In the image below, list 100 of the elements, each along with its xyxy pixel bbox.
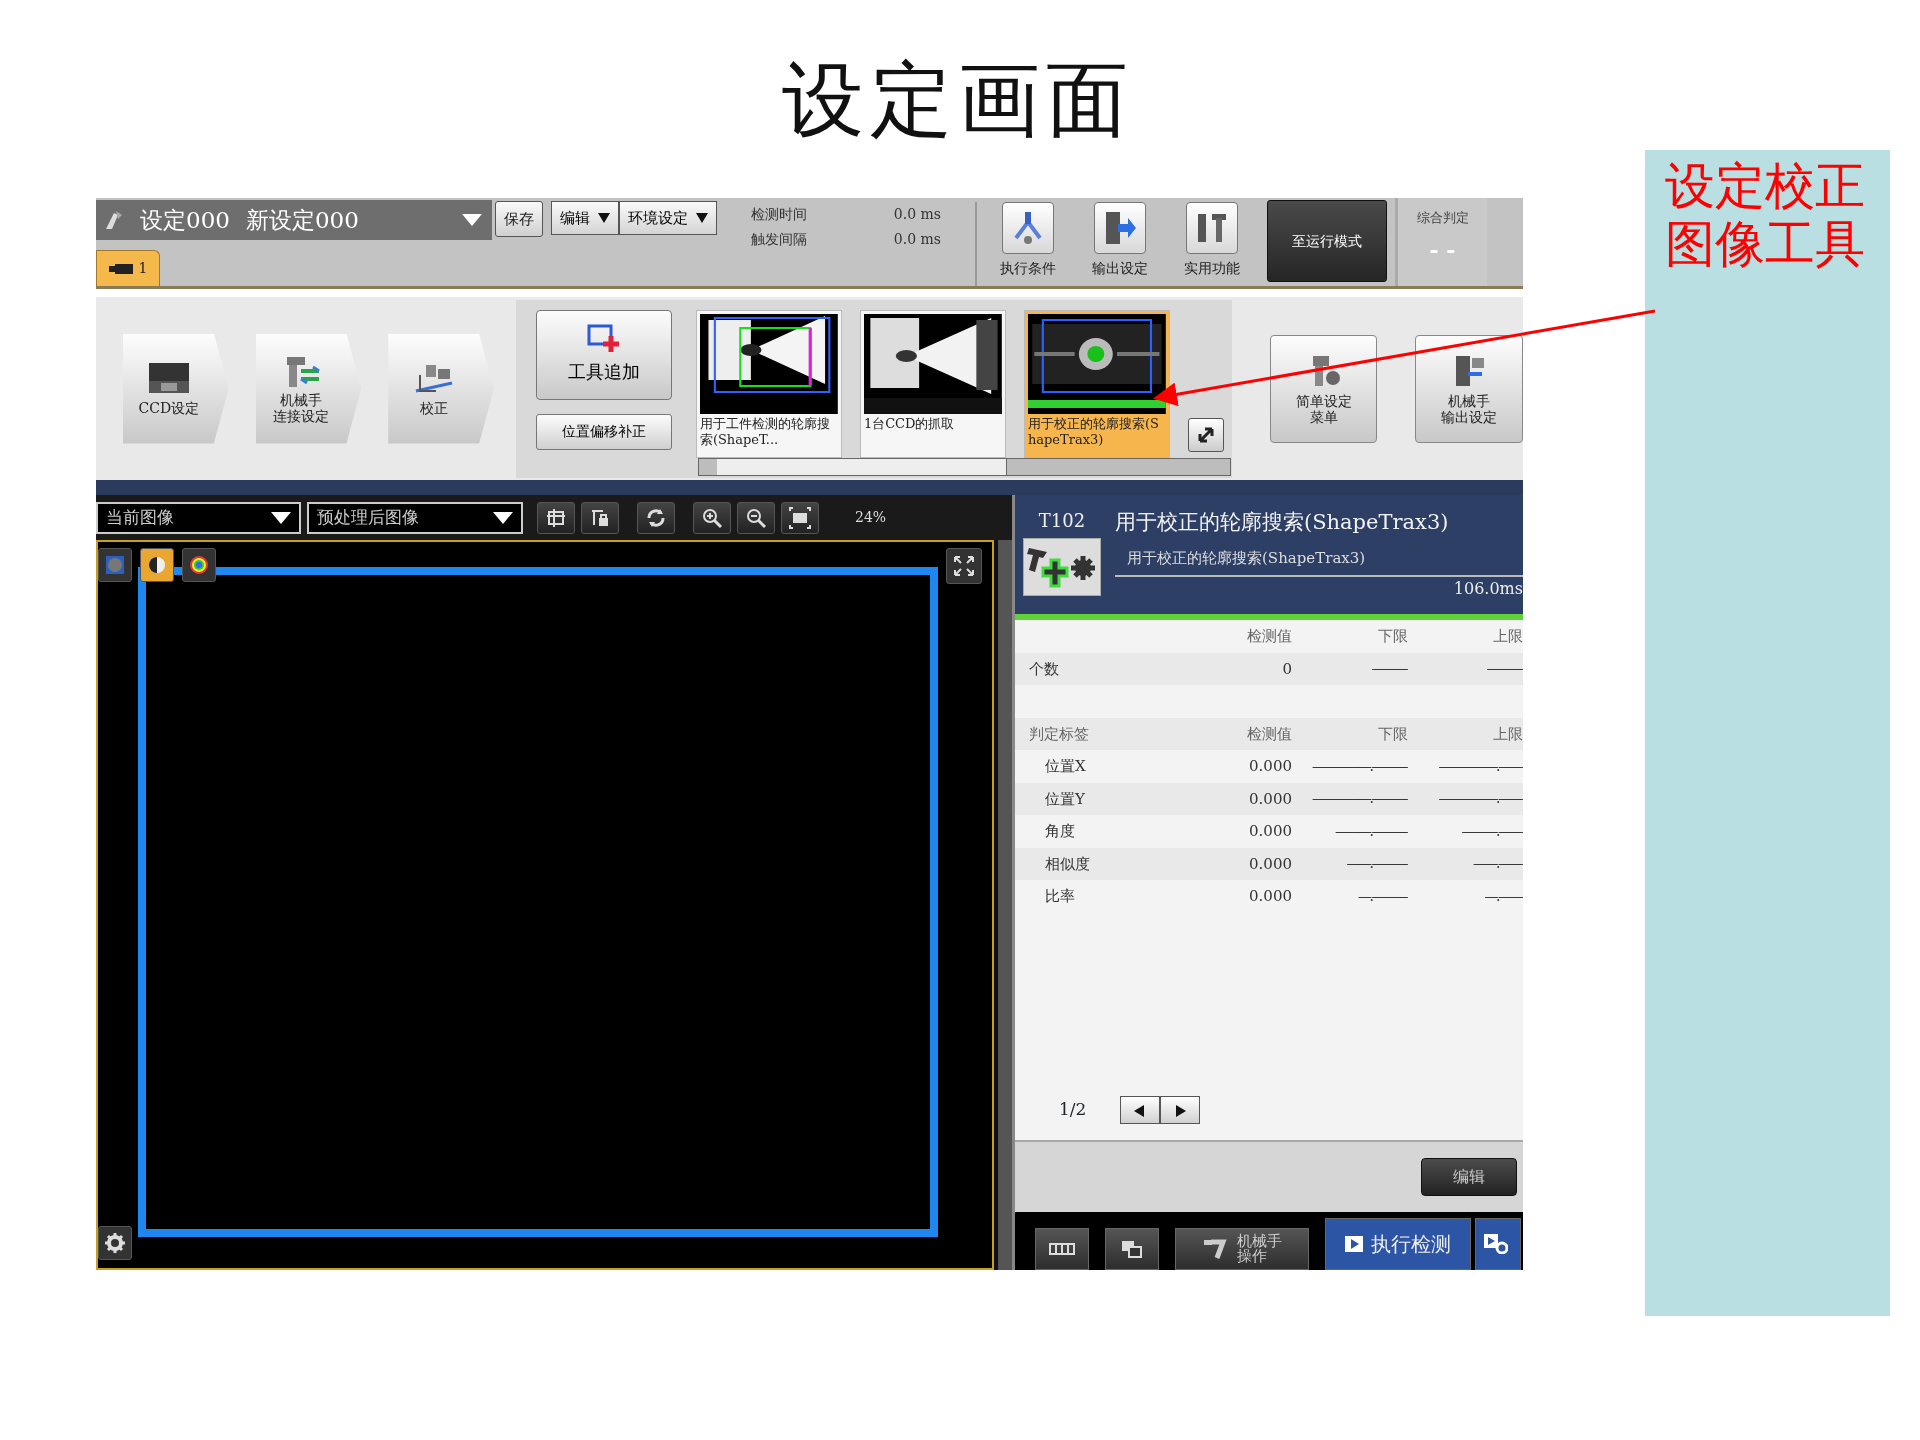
color-ring-icon: [188, 554, 210, 576]
caret-icon: [696, 213, 708, 223]
fullscreen-icon: [953, 555, 975, 577]
callout-text: 设定校正图像工具: [1665, 158, 1866, 273]
table-cell-text: 个数: [1028, 658, 1060, 680]
judgement-value: - -: [1429, 235, 1456, 265]
contrast-icon: [146, 554, 168, 576]
table-cell-text: ———: [1485, 659, 1523, 679]
toolbar-button[interactable]: 实用功能: [1169, 202, 1255, 286]
column-header: 上限: [1492, 626, 1523, 647]
table-cell-text: ——.———: [1345, 854, 1408, 874]
timing-label: 触发间隔: [751, 230, 807, 249]
layout-button[interactable]: [537, 501, 575, 534]
lock-frame-button[interactable]: [581, 501, 619, 534]
vertical-scrollbar[interactable]: [998, 540, 1012, 1270]
dropdown-field[interactable]: 当前图像: [96, 501, 301, 534]
table-cell-text: 比率: [1044, 886, 1076, 907]
table-cell-text: 0.000: [1248, 756, 1292, 777]
table-cell-text: ———.———: [1334, 821, 1408, 841]
table-cell-text: 0.000: [1248, 886, 1292, 907]
tool-time: 106.0ms: [1452, 578, 1523, 600]
scene-number: 设定000: [140, 205, 230, 235]
tool-thumbnail[interactable]: 1台CCD的抓取: [859, 309, 1006, 458]
dropdown-field[interactable]: 预处理后图像: [307, 501, 523, 534]
table-cell-text: —————.———: [1311, 789, 1408, 809]
offset-button[interactable]: 位置偏移补正: [535, 413, 672, 450]
save-button[interactable]: 保存: [495, 201, 543, 237]
table-cell-text: —————.———: [1311, 756, 1408, 776]
add-frame-icon: [586, 324, 621, 354]
table-cell-text: —.——: [1483, 886, 1523, 906]
right-triangle-icon: [1174, 1104, 1187, 1117]
table-cell-text: ———.——: [1460, 821, 1523, 841]
column-header: 检测值: [1246, 723, 1292, 745]
caret-icon: [271, 511, 291, 524]
caret-icon: [598, 213, 610, 223]
image-mode-icon: [104, 554, 126, 576]
column-header: 检测值: [1246, 626, 1292, 647]
windows-icon: [1121, 1240, 1143, 1258]
scene-selector[interactable]: 设定000 新设定000: [96, 200, 492, 240]
column-header: 判定标签: [1028, 723, 1090, 745]
zoom-in-icon: [701, 506, 723, 529]
display-mode-button[interactable]: [140, 548, 174, 582]
judgement-label: 综合判定: [1416, 209, 1469, 227]
next-page-button[interactable]: [1160, 1096, 1201, 1124]
refresh-icon: [645, 506, 667, 529]
settings-button[interactable]: [98, 1226, 132, 1260]
display-mode-button[interactable]: [182, 548, 216, 582]
menu-button[interactable]: 简单设定 菜单: [1269, 334, 1378, 443]
flow-step-button[interactable]: CCD设定: [123, 333, 229, 444]
dropdown-caret-icon: [462, 214, 482, 226]
toolbar-button[interactable]: 执行条件: [985, 202, 1071, 286]
menu-button[interactable]: 编辑: [551, 201, 619, 235]
page-indicator: 1/2: [1059, 1098, 1087, 1122]
table-cell-text: —————.——: [1437, 789, 1523, 809]
window-button[interactable]: [1105, 1228, 1159, 1270]
tool-thumbnail[interactable]: 用于工件检测的轮廓搜索(ShapeT...: [695, 309, 842, 458]
slide-title: 设定画面: [781, 50, 1134, 149]
flow-step-button[interactable]: 校正: [388, 333, 494, 444]
column-header: 上限: [1492, 723, 1523, 745]
table-cell-text: 0: [1281, 658, 1292, 680]
timing-label: 检测时间: [751, 205, 807, 224]
settings-icon: [104, 1232, 126, 1254]
zoom-in-button[interactable]: [693, 501, 731, 534]
tool-title: 用于校正的轮廓搜索(ShapeTrax3): [1115, 509, 1450, 536]
refresh-button[interactable]: [637, 501, 675, 534]
add-tool-button[interactable]: 工具追加: [535, 309, 672, 400]
play-icon: [1345, 1236, 1363, 1252]
tool-thumbnail[interactable]: 用于校正的轮廓搜索(ShapeTrax3): [1023, 309, 1170, 458]
zoom-out-button[interactable]: [737, 501, 775, 534]
menu-button[interactable]: 环境设定: [619, 201, 717, 235]
table-cell-text: ——.——: [1472, 854, 1523, 874]
table-cell-text: 0.000: [1248, 853, 1292, 875]
run-inspection-button[interactable]: 执行检测: [1325, 1218, 1471, 1270]
expand-button[interactable]: [1187, 417, 1224, 452]
layout-icon: [545, 506, 567, 529]
robot-arm-icon: [1202, 1238, 1229, 1260]
edit-button[interactable]: 编辑: [1421, 1158, 1517, 1196]
scrollbar[interactable]: [697, 457, 1231, 476]
run-options-button[interactable]: [1475, 1218, 1521, 1270]
table-cell-text: ———: [1370, 659, 1408, 679]
fullscreen-button[interactable]: [946, 548, 982, 584]
table-cell-text: 位置Y: [1044, 788, 1086, 810]
robot-operation-button[interactable]: 机械手 操作: [1175, 1228, 1309, 1270]
grid-view-button[interactable]: [1035, 1228, 1089, 1270]
grid-icon: [1049, 1243, 1075, 1255]
flow-step-button[interactable]: 机械手 连接设定: [255, 333, 362, 444]
timing-value: 0.0 ms: [893, 205, 941, 224]
previous-page-button[interactable]: [1120, 1096, 1161, 1124]
run-mode-button[interactable]: 至运行模式: [1267, 200, 1387, 282]
scene-tab[interactable]: 1: [96, 250, 160, 286]
column-header: 下限: [1377, 723, 1408, 745]
menu-button[interactable]: 机械手 输出设定: [1415, 334, 1523, 443]
tool-id: T102: [1038, 509, 1086, 533]
table-cell-text: 相似度: [1044, 853, 1091, 875]
zoom-level: 24%: [855, 508, 887, 527]
fit-screen-button[interactable]: [781, 501, 819, 534]
tool-subtitle: 用于校正的轮廓搜索(ShapeTrax3): [1127, 547, 1367, 569]
left-triangle-icon: [1134, 1104, 1147, 1117]
timing-value: 0.0 ms: [893, 230, 941, 249]
toolbar-button[interactable]: 输出设定: [1077, 202, 1163, 286]
